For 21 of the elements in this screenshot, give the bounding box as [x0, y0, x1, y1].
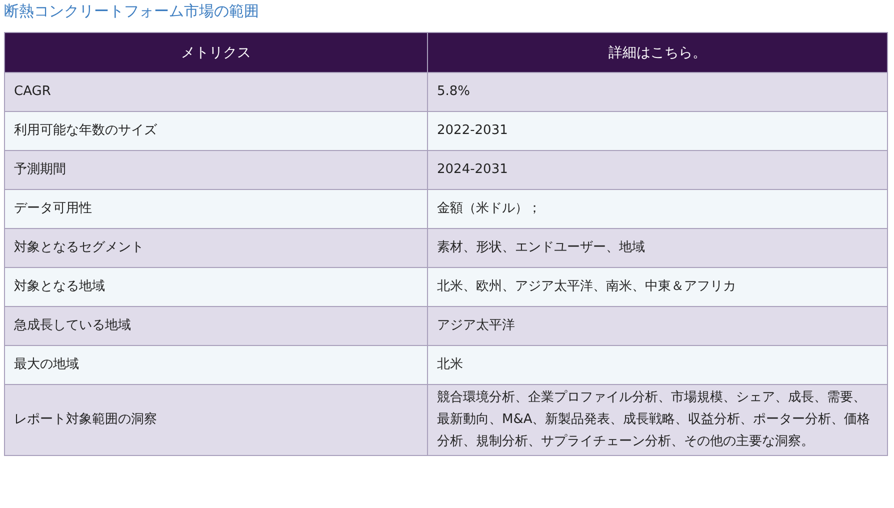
- table-cell: レポート対象範囲の洞察: [4, 384, 428, 456]
- table-cell: 急成長している地域: [4, 306, 428, 346]
- table-cell: 金額（米ドル）；: [428, 190, 888, 228]
- table-cell: データ可用性: [4, 190, 428, 228]
- table-cell: 北米、欧州、アジア太平洋、南米、中東＆アフリカ: [428, 268, 888, 306]
- table-cell: 利用可能な年数のサイズ: [4, 112, 428, 150]
- table-cell: 5.8%: [428, 72, 888, 112]
- column-header: メトリクス: [4, 32, 428, 72]
- column-header: 詳細はこちら。: [428, 32, 888, 72]
- table-cell: 素材、形状、エンドユーザー、地域: [428, 228, 888, 268]
- section-title: 断熱コンクリートフォーム市場の範囲: [4, 1, 260, 22]
- table-cell: 対象となるセグメント: [4, 228, 428, 268]
- table-cell: 2024-2031: [428, 150, 888, 190]
- table-cell: 最大の地域: [4, 346, 428, 384]
- table-cell: CAGR: [4, 72, 428, 112]
- table-cell: 競合環境分析、企業プロファイル分析、市場規模、シェア、成長、需要、最新動向、M&A、新製品発表、成長戦略、収益分析、ポーター分析、価格分析、規制分析、サプライチェーン分析、その他の主要な洞察。: [428, 384, 888, 456]
- table-cell: アジア太平洋: [428, 306, 888, 346]
- table-cell: 北米: [428, 346, 888, 384]
- table-cell: 2022-2031: [428, 112, 888, 150]
- table-cell: 予測期間: [4, 150, 428, 190]
- table-cell: 対象となる地域: [4, 268, 428, 306]
